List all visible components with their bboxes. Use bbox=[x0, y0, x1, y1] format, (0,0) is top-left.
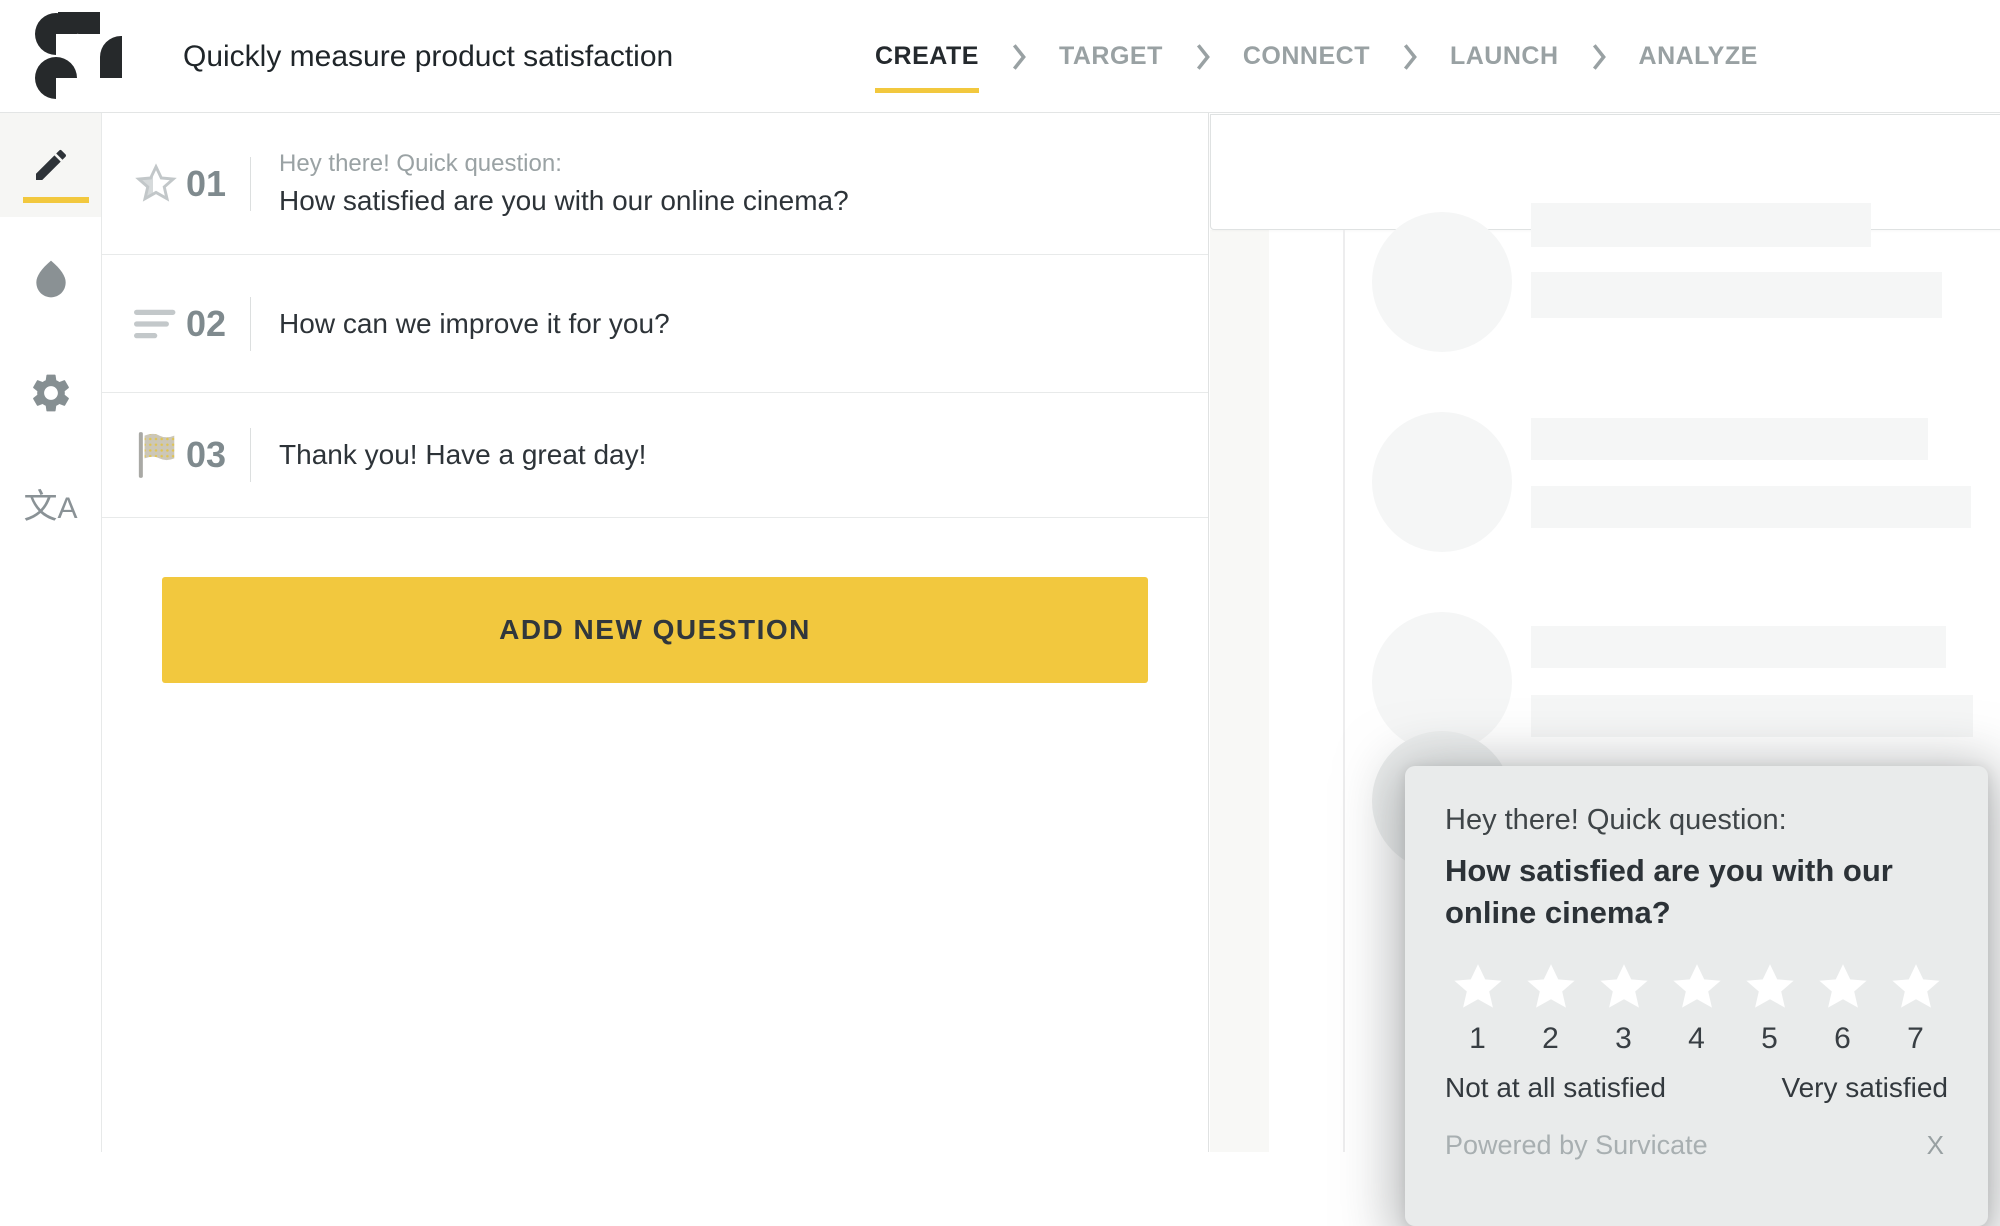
card-intro-text: Hey there! Quick question: bbox=[1445, 800, 1948, 840]
flag-icon bbox=[136, 431, 176, 479]
tab-target[interactable]: TARGET bbox=[1059, 38, 1163, 75]
chevron-right-icon bbox=[1196, 43, 1210, 71]
star-icon bbox=[133, 162, 179, 206]
droplet-icon bbox=[29, 257, 73, 301]
divider bbox=[250, 297, 251, 351]
min-label: Not at all satisfied bbox=[1445, 1072, 1666, 1104]
question-number: 03 bbox=[186, 434, 226, 476]
pencil-icon bbox=[31, 145, 71, 185]
skeleton-bar bbox=[1531, 272, 1942, 318]
survey-preview-card: Hey there! Quick question: How satisfied… bbox=[1405, 766, 1988, 1226]
scale-numbers: 1 2 3 4 5 6 7 bbox=[1441, 1022, 1952, 1056]
question-number: 01 bbox=[186, 163, 226, 205]
scale-number[interactable]: 4 bbox=[1660, 1022, 1733, 1056]
sidebar-item-translations[interactable]: 文A bbox=[0, 455, 101, 559]
question-intro: Hey there! Quick question: bbox=[279, 147, 849, 181]
max-label: Very satisfied bbox=[1781, 1072, 1948, 1104]
scale-labels: Not at all satisfied Very satisfied bbox=[1445, 1072, 1948, 1104]
tab-create[interactable]: CREATE bbox=[875, 38, 979, 75]
preview-divider-line bbox=[1343, 230, 1345, 1152]
star-icon[interactable] bbox=[1806, 960, 1879, 1016]
question-text: How satisfied are you with our online ci… bbox=[279, 181, 849, 221]
top-bar: Quickly measure product satisfaction CRE… bbox=[0, 0, 2000, 113]
star-icon[interactable] bbox=[1514, 960, 1587, 1016]
star-icon[interactable] bbox=[1879, 960, 1952, 1016]
sidebar-item-design[interactable] bbox=[0, 227, 101, 331]
star-icon[interactable] bbox=[1441, 960, 1514, 1016]
divider bbox=[250, 157, 251, 211]
scale-number[interactable]: 2 bbox=[1514, 1022, 1587, 1056]
skeleton-bar bbox=[1531, 626, 1946, 668]
chevron-right-icon bbox=[1012, 43, 1026, 71]
skeleton-avatar bbox=[1372, 412, 1512, 552]
question-text: How can we improve it for you? bbox=[279, 304, 670, 344]
chevron-right-icon bbox=[1592, 43, 1606, 71]
skeleton-bar bbox=[1531, 203, 1871, 247]
question-list-panel: 01 Hey there! Quick question: How satisf… bbox=[102, 113, 1209, 1152]
scale-number[interactable]: 1 bbox=[1441, 1022, 1514, 1056]
translate-icon: 文A bbox=[23, 490, 77, 524]
star-icon[interactable] bbox=[1733, 960, 1806, 1016]
text-lines-icon bbox=[134, 307, 178, 341]
gear-icon bbox=[28, 370, 74, 416]
card-footer: Powered by Survicate X bbox=[1445, 1130, 1948, 1161]
survicate-logo-icon bbox=[34, 12, 122, 100]
survey-title: Quickly measure product satisfaction bbox=[183, 0, 673, 113]
sidebar-item-settings[interactable] bbox=[0, 341, 101, 445]
skeleton-bar bbox=[1531, 486, 1971, 528]
star-rating bbox=[1441, 960, 1952, 1016]
scale-number[interactable]: 6 bbox=[1806, 1022, 1879, 1056]
question-number: 02 bbox=[186, 303, 226, 345]
skeleton-bar bbox=[1531, 695, 1973, 737]
add-new-question-button[interactable]: ADD NEW QUESTION bbox=[162, 577, 1148, 683]
chevron-right-icon bbox=[1403, 43, 1417, 71]
divider bbox=[250, 428, 251, 482]
question-row-1[interactable]: 01 Hey there! Quick question: How satisf… bbox=[102, 113, 1208, 255]
question-row-2[interactable]: 02 How can we improve it for you? bbox=[102, 255, 1208, 393]
card-question-text: How satisfied are you with our online ci… bbox=[1445, 850, 1945, 934]
star-icon[interactable] bbox=[1660, 960, 1733, 1016]
tab-analyze[interactable]: ANALYZE bbox=[1639, 38, 1758, 75]
question-text: Thank you! Have a great day! bbox=[279, 435, 646, 475]
scale-number[interactable]: 3 bbox=[1587, 1022, 1660, 1056]
skeleton-avatar bbox=[1372, 212, 1512, 352]
question-row-3[interactable]: 03 Thank you! Have a great day! bbox=[102, 393, 1208, 518]
powered-by-text: Powered by Survicate bbox=[1445, 1130, 1708, 1161]
breadcrumb: CREATE TARGET CONNECT LAUNCH ANALYZE bbox=[875, 0, 1758, 113]
sidebar: 文A bbox=[0, 113, 102, 1152]
preview-left-strip bbox=[1210, 230, 1269, 1152]
tab-launch[interactable]: LAUNCH bbox=[1450, 38, 1559, 75]
close-icon[interactable]: X bbox=[1923, 1130, 1948, 1161]
tab-connect[interactable]: CONNECT bbox=[1243, 38, 1370, 75]
scale-number[interactable]: 5 bbox=[1733, 1022, 1806, 1056]
skeleton-bar bbox=[1531, 418, 1928, 460]
star-icon[interactable] bbox=[1587, 960, 1660, 1016]
sidebar-item-edit[interactable] bbox=[0, 113, 101, 217]
scale-number[interactable]: 7 bbox=[1879, 1022, 1952, 1056]
